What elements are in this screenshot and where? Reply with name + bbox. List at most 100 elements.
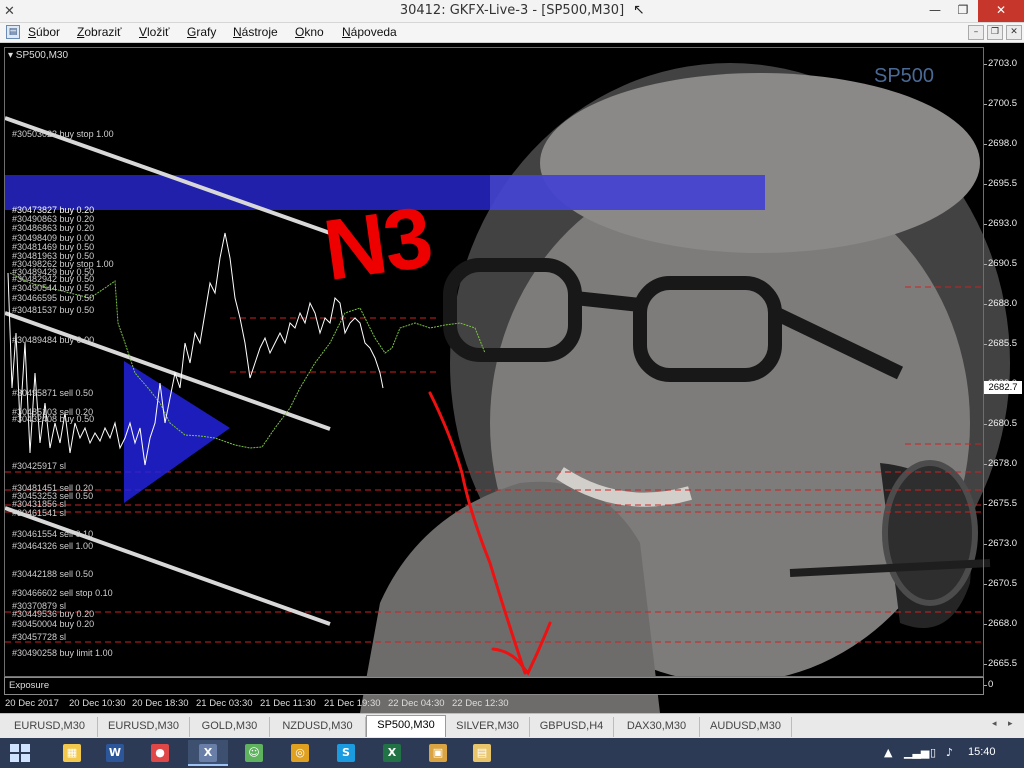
- title-bar: ✕ 30412: GKFX-Live-3 - [SP500,M30] ↖ — ❐…: [0, 0, 1024, 23]
- close-button[interactable]: ✕: [978, 0, 1024, 22]
- gallery-icon: ▣: [429, 743, 447, 762]
- price-tick: 2703.0: [983, 58, 1018, 69]
- order-label[interactable]: #30490258 buy limit 1.00: [12, 648, 113, 658]
- price-tick: 2670.5: [983, 578, 1018, 589]
- order-label[interactable]: #30503023 buy stop 1.00: [12, 129, 114, 139]
- time-axis: 20 Dec 2017 20 Dec 10:30 20 Dec 18:30 21…: [0, 695, 984, 713]
- skype-icon: S: [337, 743, 355, 762]
- order-label[interactable]: #30461554 sell 0.10: [12, 529, 93, 539]
- document-icon[interactable]: ▤: [6, 25, 20, 39]
- tab-silver-m30[interactable]: SILVER,M30: [446, 717, 530, 737]
- taskbar-excel-icon[interactable]: X: [372, 740, 412, 766]
- taskbar-skype-icon[interactable]: S: [326, 740, 366, 766]
- word-icon: W: [106, 743, 124, 762]
- order-label[interactable]: #30449536 buy 0.20: [12, 609, 94, 619]
- paint-icon: ●: [151, 743, 169, 762]
- battery-icon[interactable]: ▯: [930, 746, 936, 759]
- current-price-label: 2682.7: [984, 381, 1022, 394]
- order-label[interactable]: #30481537 buy 0.50: [12, 305, 94, 315]
- tray-overflow-icon[interactable]: ▲: [884, 746, 892, 759]
- order-label[interactable]: #30486863 buy 0.20: [12, 223, 94, 233]
- taskbar-files-icon[interactable]: ▤: [462, 740, 502, 766]
- taskbar-mt4-icon[interactable]: X: [188, 740, 228, 766]
- tab-sp500-m30[interactable]: SP500,M30: [366, 715, 446, 737]
- minimize-button[interactable]: —: [920, 0, 950, 22]
- mouse-cursor-icon: ↖: [633, 2, 645, 18]
- plot-frame: [4, 47, 984, 677]
- order-label[interactable]: #30495871 sell 0.50: [12, 388, 93, 398]
- taskbar: ▦ W ● X ☺ ◎ S X ▣ ▤ ▲ ▁▃▅ ▯ ♪ 15:40: [0, 738, 1024, 768]
- time-tick: 20 Dec 10:30: [69, 698, 126, 709]
- chart-restore-button[interactable]: ❐: [987, 25, 1003, 40]
- start-button[interactable]: [10, 744, 30, 762]
- order-label[interactable]: #30466602 sell stop 0.10: [12, 588, 113, 598]
- menu-window[interactable]: Okno: [295, 25, 324, 39]
- price-axis[interactable]: 2703.0 2700.5 2698.0 2695.5 2693.0 2690.…: [983, 43, 1024, 693]
- price-tick: 2693.0: [983, 218, 1018, 229]
- tab-dax30-m30[interactable]: DAX30,M30: [614, 717, 700, 737]
- order-label[interactable]: #30489484 buy 0.00: [12, 335, 94, 345]
- taskbar-paint-icon[interactable]: ●: [140, 740, 180, 766]
- tab-gbpusd-h4[interactable]: GBPUSD,H4: [530, 717, 614, 737]
- order-label[interactable]: #30442188 sell 0.50: [12, 569, 93, 579]
- menu-bar: ▤ Súbor Zobraziť Vložiť Grafy Nástroje O…: [0, 23, 1024, 43]
- chart-close-button[interactable]: ✕: [1006, 25, 1022, 40]
- price-tick: 2690.5: [983, 258, 1018, 269]
- price-tick: 2700.5: [983, 98, 1018, 109]
- restore-button[interactable]: ❐: [948, 0, 978, 22]
- taskbar-explorer-folders-icon[interactable]: ▦: [52, 740, 92, 766]
- time-tick: 21 Dec 11:30: [260, 698, 316, 709]
- taskbar-word-icon[interactable]: W: [95, 740, 135, 766]
- taskbar-chrome-icon[interactable]: ◎: [280, 740, 320, 766]
- order-label[interactable]: #30457728 sl: [12, 632, 66, 642]
- menu-help[interactable]: Nápoveda: [342, 25, 397, 39]
- mt4-icon: X: [199, 743, 217, 762]
- menu-file[interactable]: Súbor: [28, 25, 60, 39]
- exposure-panel[interactable]: Exposure: [4, 677, 984, 695]
- menu-view[interactable]: Zobraziť: [77, 25, 122, 39]
- taskbar-chat-icon[interactable]: ☺: [234, 740, 274, 766]
- price-tick: 2678.0: [983, 458, 1018, 469]
- explorer-folders-icon: ▦: [63, 743, 81, 762]
- time-tick: 22 Dec 04:30: [388, 698, 445, 709]
- order-label[interactable]: #30464326 sell 1.00: [12, 541, 93, 551]
- tab-eurusd-m30-2[interactable]: EURUSD,M30: [98, 717, 190, 737]
- order-label[interactable]: #30432408 buy 0.50: [12, 414, 94, 424]
- menu-charts[interactable]: Grafy: [187, 25, 216, 39]
- price-tick: 2675.5: [983, 498, 1018, 509]
- tab-audusd-m30[interactable]: AUDUSD,M30: [700, 717, 792, 737]
- menu-tools[interactable]: Nástroje: [233, 25, 278, 39]
- taskbar-gallery-icon[interactable]: ▣: [418, 740, 458, 766]
- exposure-label: Exposure: [9, 680, 50, 691]
- price-tick: 2685.5: [983, 338, 1018, 349]
- order-label[interactable]: #30450004 buy 0.20: [12, 619, 94, 629]
- price-tick: 2673.0: [983, 538, 1018, 549]
- symbol-watermark: SP500: [874, 65, 935, 87]
- order-label[interactable]: #30490544 buy 0.50: [12, 283, 94, 293]
- exposure-scale: 0: [983, 679, 994, 690]
- tab-gold-m30[interactable]: GOLD,M30: [190, 717, 270, 737]
- menu-insert[interactable]: Vložiť: [139, 25, 170, 39]
- chrome-icon: ◎: [291, 743, 309, 762]
- price-tick: 2680.5: [983, 418, 1018, 429]
- price-tick: 2688.0: [983, 298, 1018, 309]
- chart-tab-bar: EURUSD,M30 EURUSD,M30 GOLD,M30 NZDUSD,M3…: [0, 713, 1024, 738]
- window-title: 30412: GKFX-Live-3 - [SP500,M30]: [399, 3, 625, 18]
- files-icon: ▤: [473, 743, 491, 762]
- chat-icon: ☺: [245, 743, 263, 762]
- tab-eurusd-m30[interactable]: EURUSD,M30: [2, 717, 98, 737]
- tab-nzdusd-m30[interactable]: NZDUSD,M30: [270, 717, 366, 737]
- excel-icon: X: [383, 743, 401, 762]
- symbol-label[interactable]: ▾ SP500,M30: [8, 50, 68, 61]
- network-signal-icon[interactable]: ▁▃▅: [904, 746, 929, 759]
- clock[interactable]: 15:40: [968, 746, 996, 758]
- chart-window[interactable]: ▾ SP500,M30 SP500 N3 #30503023 buy stop …: [0, 43, 1024, 713]
- order-label[interactable]: #30466595 buy 0.50: [12, 293, 94, 303]
- tab-scroll-right-icon[interactable]: ▸: [1008, 719, 1013, 729]
- tab-scroll-left-icon[interactable]: ◂: [992, 719, 997, 729]
- time-tick: 21 Dec 03:30: [196, 698, 253, 709]
- order-label[interactable]: #30461541 sl: [12, 508, 66, 518]
- chart-minimize-button[interactable]: –: [968, 25, 984, 40]
- order-label[interactable]: #30425917 sl: [12, 461, 66, 471]
- volume-icon[interactable]: ♪: [946, 746, 953, 759]
